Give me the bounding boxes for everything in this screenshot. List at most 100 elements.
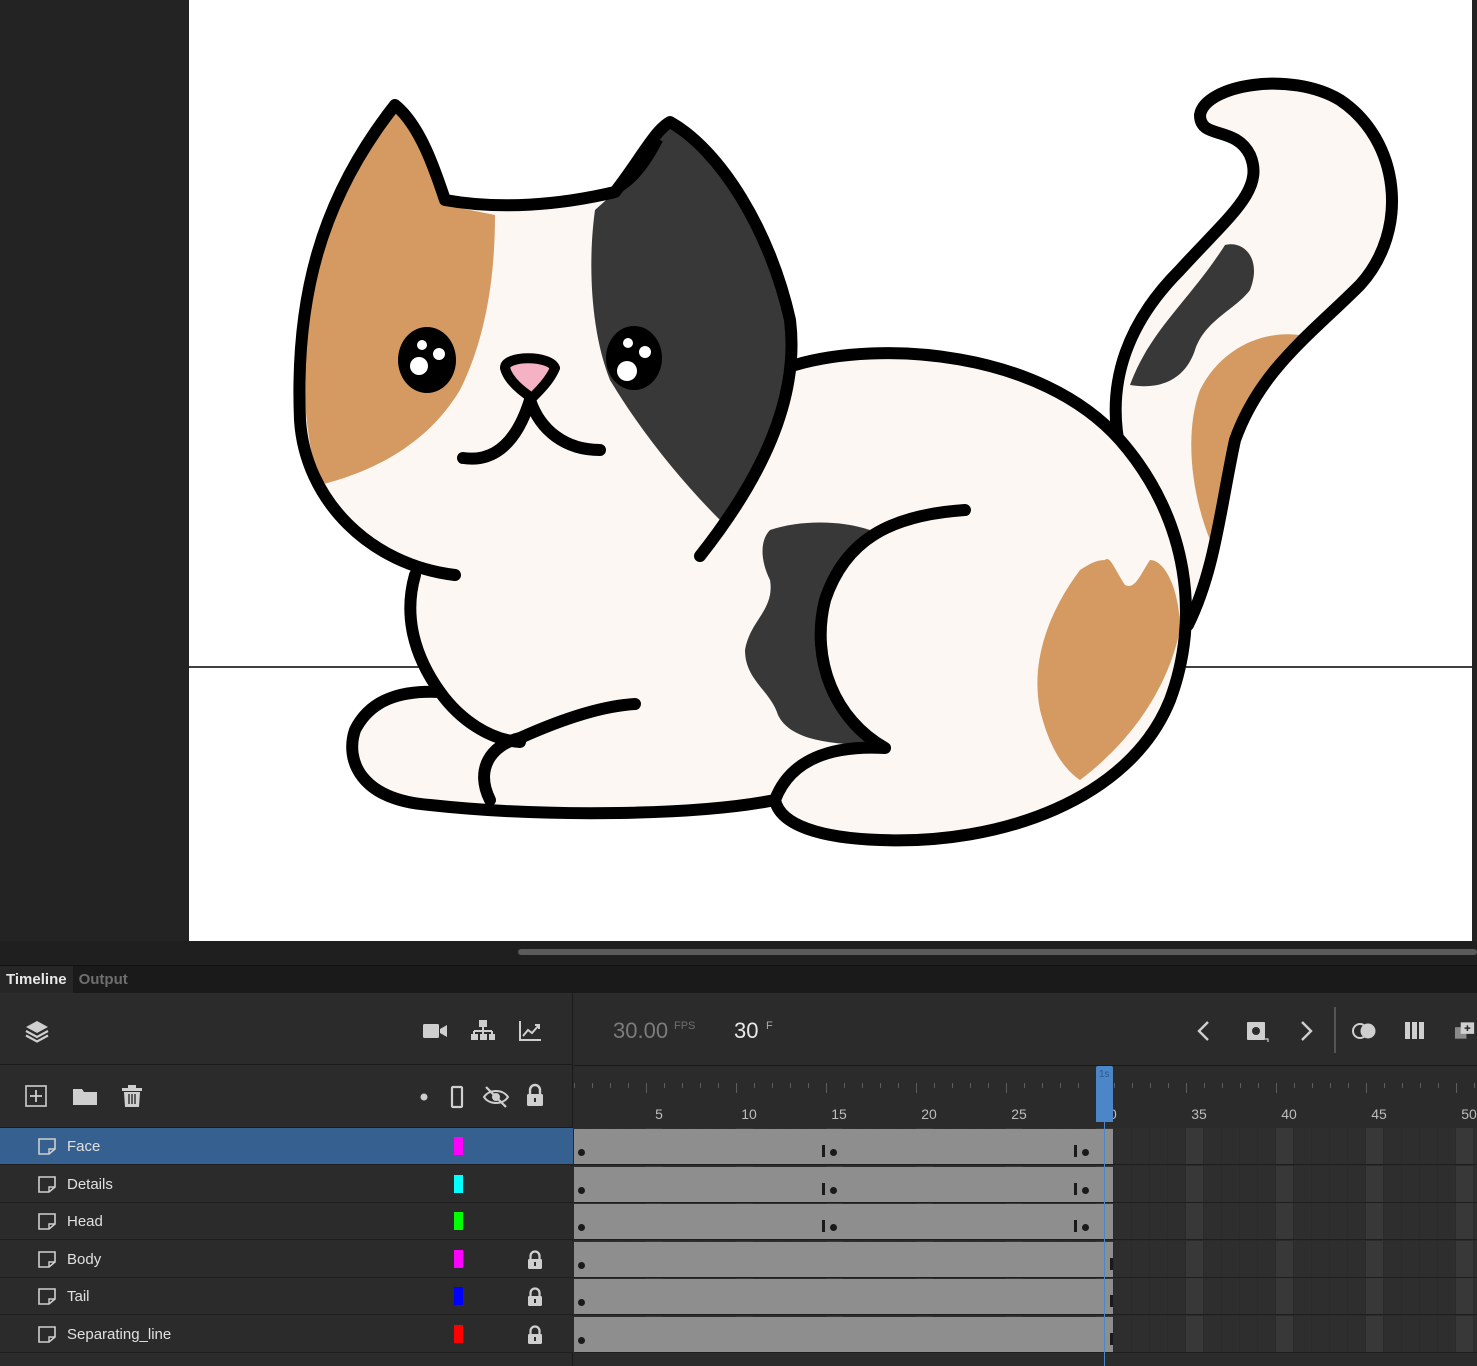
frame-cell[interactable] bbox=[1420, 1278, 1437, 1315]
frame-cell[interactable] bbox=[1132, 1240, 1149, 1277]
frame-cell[interactable] bbox=[1222, 1128, 1239, 1164]
layer-name[interactable]: Tail bbox=[67, 1288, 90, 1305]
frame-cell[interactable] bbox=[1204, 1128, 1221, 1164]
frame-cell[interactable] bbox=[1222, 1165, 1239, 1202]
frame-cell[interactable] bbox=[1204, 1165, 1221, 1202]
frame-cell[interactable] bbox=[1204, 1316, 1221, 1352]
frame-row[interactable] bbox=[574, 1240, 1477, 1278]
frame-cell[interactable] bbox=[1456, 1240, 1473, 1277]
frame-cell[interactable] bbox=[1330, 1165, 1347, 1202]
frame-cell[interactable] bbox=[1348, 1128, 1365, 1164]
graph-icon[interactable] bbox=[518, 1020, 542, 1042]
frame-cell[interactable] bbox=[1438, 1128, 1455, 1164]
frame-cell[interactable] bbox=[1168, 1165, 1185, 1202]
frame-cell[interactable] bbox=[1438, 1278, 1455, 1315]
frame-cell[interactable] bbox=[1258, 1165, 1275, 1202]
layer-name[interactable]: Head bbox=[67, 1213, 103, 1230]
keyframe[interactable] bbox=[830, 1186, 837, 1194]
frame-cell[interactable] bbox=[1348, 1316, 1365, 1352]
keyframe[interactable] bbox=[1082, 1149, 1089, 1156]
frame-cell[interactable] bbox=[1456, 1203, 1473, 1240]
frame-cell[interactable] bbox=[1420, 1128, 1437, 1164]
keyframe[interactable] bbox=[578, 1149, 585, 1156]
frame-cell[interactable] bbox=[1132, 1278, 1149, 1315]
frame-cell[interactable] bbox=[1348, 1278, 1365, 1315]
frame-cell[interactable] bbox=[1312, 1278, 1329, 1315]
frame-row[interactable] bbox=[574, 1128, 1477, 1165]
frame-cell[interactable] bbox=[1330, 1128, 1347, 1164]
fps-value[interactable]: 30.00 bbox=[613, 1018, 668, 1044]
frame-cell[interactable] bbox=[1348, 1165, 1365, 1202]
layer-color-swatch[interactable] bbox=[454, 1212, 463, 1231]
frame-cell[interactable] bbox=[1240, 1278, 1257, 1315]
frame-cell[interactable] bbox=[1384, 1128, 1401, 1164]
dot-icon[interactable] bbox=[420, 1093, 428, 1101]
frame-cell[interactable] bbox=[1240, 1316, 1257, 1352]
frame-cell[interactable] bbox=[1438, 1203, 1455, 1240]
tab-output[interactable]: Output bbox=[73, 966, 134, 994]
frame-cell[interactable] bbox=[1384, 1165, 1401, 1202]
chevron-left-icon[interactable] bbox=[1194, 1019, 1214, 1043]
lock-icon[interactable] bbox=[526, 1325, 544, 1345]
tab-timeline[interactable]: Timeline bbox=[0, 966, 73, 994]
frame-cell[interactable] bbox=[1222, 1278, 1239, 1315]
artboard-canvas[interactable] bbox=[189, 0, 1472, 941]
frame-cell[interactable] bbox=[1366, 1203, 1383, 1240]
frame-cell[interactable] bbox=[1312, 1128, 1329, 1164]
frame-cell[interactable] bbox=[1186, 1278, 1203, 1315]
frame-cell[interactable] bbox=[1258, 1316, 1275, 1352]
frame-cell[interactable] bbox=[1186, 1316, 1203, 1352]
frame-cell[interactable] bbox=[1402, 1165, 1419, 1202]
frame-cell[interactable] bbox=[1438, 1240, 1455, 1277]
frame-cell[interactable] bbox=[1150, 1278, 1167, 1315]
layer-depth-icon[interactable] bbox=[1454, 1020, 1477, 1042]
layer-row[interactable]: Face bbox=[0, 1128, 573, 1165]
frame-cell[interactable] bbox=[1258, 1240, 1275, 1277]
frame-cell[interactable] bbox=[1186, 1128, 1203, 1164]
frame-cell[interactable] bbox=[1384, 1278, 1401, 1315]
trash-icon[interactable] bbox=[121, 1084, 143, 1108]
frame-span[interactable] bbox=[574, 1279, 1113, 1315]
frame-cell[interactable] bbox=[1150, 1203, 1167, 1240]
keyframe[interactable] bbox=[578, 1261, 585, 1269]
frame-cell[interactable] bbox=[1294, 1278, 1311, 1315]
layer-color-swatch[interactable] bbox=[454, 1137, 463, 1155]
frame-cell[interactable] bbox=[1276, 1128, 1293, 1164]
frame-cell[interactable] bbox=[1168, 1240, 1185, 1277]
layer-row[interactable]: Separating_line bbox=[0, 1316, 573, 1353]
frame-cell[interactable] bbox=[1402, 1240, 1419, 1277]
onion-skin-icon[interactable] bbox=[1351, 1021, 1379, 1041]
outline-icon[interactable] bbox=[450, 1085, 464, 1109]
layer-row[interactable]: Body bbox=[0, 1240, 573, 1278]
layer-row[interactable]: Tail bbox=[0, 1278, 573, 1316]
frame-cell[interactable] bbox=[1168, 1316, 1185, 1352]
frame-row[interactable] bbox=[574, 1165, 1477, 1203]
layers-icon[interactable] bbox=[24, 1018, 50, 1044]
layer-row[interactable]: Details bbox=[0, 1165, 573, 1203]
frame-cell[interactable] bbox=[1456, 1165, 1473, 1202]
frame-cell[interactable] bbox=[1240, 1240, 1257, 1277]
layer-row[interactable]: Head bbox=[0, 1203, 573, 1241]
scrollbar-thumb[interactable] bbox=[518, 949, 1477, 955]
frame-cell[interactable] bbox=[1114, 1240, 1131, 1277]
frame-cell[interactable] bbox=[1114, 1316, 1131, 1352]
frame-cell[interactable] bbox=[1294, 1203, 1311, 1240]
frame-cell[interactable] bbox=[1258, 1128, 1275, 1164]
frame-cell[interactable] bbox=[1114, 1203, 1131, 1240]
frame-cell[interactable] bbox=[1150, 1316, 1167, 1352]
frame-span[interactable] bbox=[574, 1204, 1113, 1240]
frame-cell[interactable] bbox=[1402, 1203, 1419, 1240]
frame-cell[interactable] bbox=[1420, 1316, 1437, 1352]
frame-cell[interactable] bbox=[1312, 1240, 1329, 1277]
frame-cell[interactable] bbox=[1132, 1165, 1149, 1202]
calico-cat-artwork[interactable] bbox=[189, 0, 1472, 941]
frame-cell[interactable] bbox=[1150, 1240, 1167, 1277]
frame-cell[interactable] bbox=[1294, 1128, 1311, 1164]
insert-keyframe-icon[interactable] bbox=[1245, 1020, 1269, 1042]
keyframe[interactable] bbox=[830, 1149, 837, 1156]
frame-cell[interactable] bbox=[1294, 1316, 1311, 1352]
frame-cell[interactable] bbox=[1294, 1240, 1311, 1277]
frame-cell[interactable] bbox=[1132, 1128, 1149, 1164]
frame-cell[interactable] bbox=[1132, 1316, 1149, 1352]
frame-cell[interactable] bbox=[1294, 1165, 1311, 1202]
